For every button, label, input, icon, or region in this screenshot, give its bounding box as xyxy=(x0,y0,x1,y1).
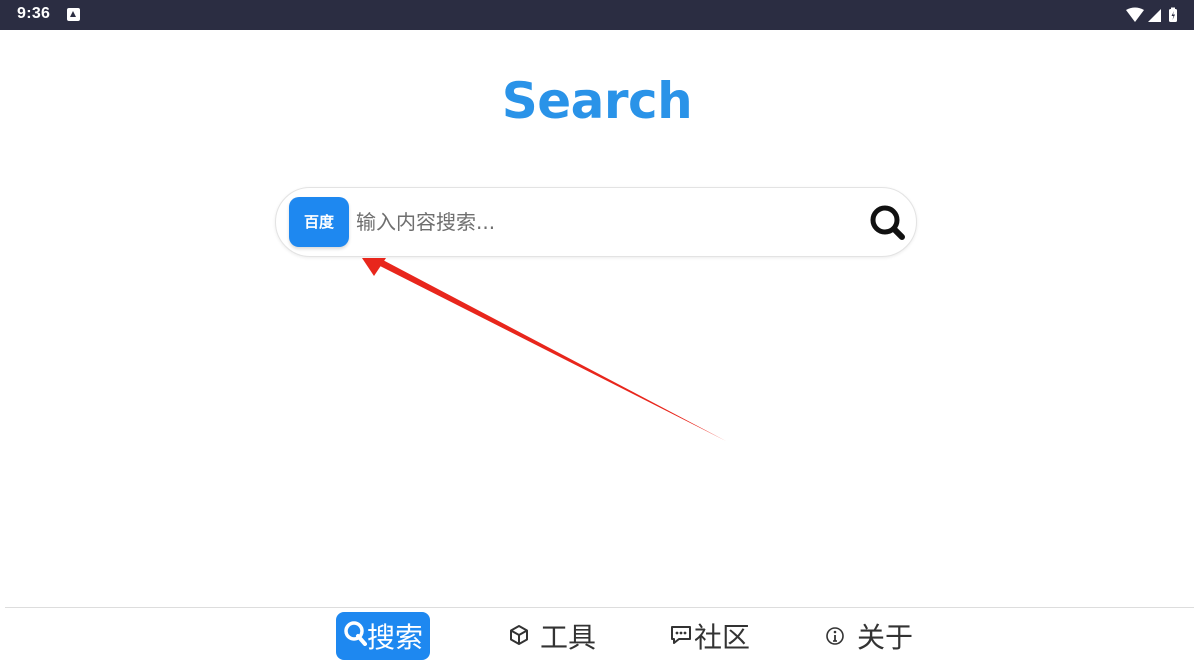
info-icon xyxy=(825,620,845,653)
search-icon xyxy=(343,620,367,653)
search-box: 百度 xyxy=(275,187,917,257)
status-time: 9:36 xyxy=(17,5,51,22)
search-button[interactable] xyxy=(866,201,910,245)
nav-tab-label: 社区 xyxy=(694,621,751,654)
nav-tab-tools[interactable]: 工具 xyxy=(508,612,596,660)
battery-icon xyxy=(1169,7,1177,22)
search-input[interactable] xyxy=(356,200,836,244)
nav-tab-label: 工具 xyxy=(540,621,597,654)
wifi-icon xyxy=(1126,7,1144,22)
nav-tab-search[interactable]: 搜索 xyxy=(336,612,431,660)
chat-icon xyxy=(670,620,692,653)
nav-tab-label: 关于 xyxy=(857,621,914,654)
nav-tab-label: 搜索 xyxy=(367,621,424,654)
nav-tab-about[interactable]: 关于 xyxy=(825,612,913,660)
bottom-nav-divider xyxy=(5,607,1194,608)
nav-tab-community[interactable]: 社区 xyxy=(670,612,750,660)
notification-icon xyxy=(67,8,80,21)
search-icon xyxy=(870,205,905,240)
search-engine-selector[interactable]: 百度 xyxy=(289,197,349,247)
status-bar: 9:36 xyxy=(0,0,1194,30)
cube-icon xyxy=(508,620,530,653)
status-icons xyxy=(1124,7,1184,23)
app-title: Search xyxy=(501,72,693,130)
signal-icon xyxy=(1148,9,1161,22)
